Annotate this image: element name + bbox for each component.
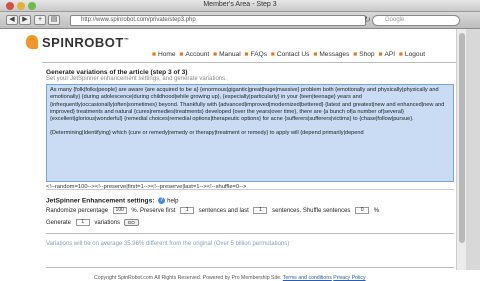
search-field[interactable]: Google [372,15,460,26]
variations-count-input[interactable]: 1 [75,219,90,226]
back-button[interactable]: ◀ [6,15,18,25]
window-gutter [466,29,480,270]
address-bar[interactable]: http://www.spinrobot.com/private/step3.p… [70,15,366,26]
preserve-last-input[interactable]: 1 [253,207,268,214]
shuffle-label: sentences. Shuffle sentences [272,208,351,215]
terms-link[interactable]: Terms and conditions [283,275,332,281]
nav-bullet-icon: ■ [353,51,358,58]
main-nav: ■ Home ■ Account ■ Manual ■ FAQs ■ Contact Us… [152,51,427,58]
footer-copyright: Copyright SpinRobot.com All Rights Reser… [94,275,282,281]
title-bar: Member's Area - Step 3 [0,0,480,12]
scrollbar-thumb[interactable] [459,33,465,243]
privacy-link[interactable]: Privacy Policy [333,275,365,281]
preserve-first-input[interactable]: 1 [180,207,195,214]
nav-shop[interactable]: Shop [359,51,374,58]
nav-home[interactable]: Home [158,51,176,58]
site-logo[interactable]: SPINROBOT™ [28,35,129,50]
nav-account[interactable]: Account [185,51,209,58]
randomize-label: Randomize percentage [46,208,109,215]
nav-faqs[interactable]: FAQs [251,51,268,58]
step-subheading: Set your JetSpinner enhancement settings… [46,76,227,82]
settings-title-text: JetSpinner Enhancement settings: [46,197,155,205]
preserve-first-label: %. Preserve first [131,208,176,215]
preserve-last-label: sentences and last [198,208,249,215]
article-paragraph: As many {folk|folks|people} are aware {a… [50,87,445,123]
nav-messages[interactable]: Messages [319,51,349,58]
logo-trademark: ™ [123,37,130,44]
page-scrollbar[interactable] [456,29,466,270]
reload-icon[interactable]: ↻ [364,15,371,24]
nav-bullet-icon: ■ [398,51,403,58]
nav-bullet-icon: ■ [244,51,249,58]
shuffle-suffix: % [373,208,380,215]
go-button[interactable]: GO [123,219,139,226]
browser-window: Member's Area - Step 3 ◀ ▶ + ▤ http://ww… [0,0,480,281]
window-title: Member's Area - Step 3 [203,1,277,8]
forward-button[interactable]: ▶ [19,15,31,25]
nav-bullet-icon: ■ [179,51,184,58]
nav-bullet-icon: ■ [213,51,218,58]
logo-text: SPINROBOT [42,35,124,50]
nav-logout[interactable]: Logout [405,51,425,58]
page-content: SPINROBOT™ ■ Home ■ Account ■ Manual ■ FAQs … [12,29,456,281]
shuffle-sentences-input[interactable]: 0 [355,207,370,214]
footer-divider [46,267,454,268]
nav-bullet-icon: ■ [270,51,275,58]
page-footer: Copyright SpinRobot.com All Rights Reser… [94,275,366,281]
randomize-percentage-input[interactable]: 100 [112,207,127,214]
settings-divider [46,233,454,234]
help-icon[interactable]: ? [158,197,166,204]
add-tab-button[interactable]: + [34,15,46,25]
help-link[interactable]: help [167,198,178,204]
bookmarks-button[interactable]: ▤ [48,15,60,25]
tags-divider [46,189,454,190]
nav-bullet-icon: ■ [152,51,156,58]
generate-row: Generate 1 variations GO [46,219,139,226]
generate-label: Generate [46,220,72,227]
nav-bullet-icon: ■ [378,51,383,58]
browser-toolbar: ◀ ▶ + ▤ http://www.spinrobot.com/private… [0,12,480,29]
nav-api[interactable]: API [384,51,395,58]
article-paragraph: {Determining|Identifying} which {cure or… [50,130,364,137]
variations-label: variations [94,220,121,227]
header-divider [42,62,456,63]
settings-title: JetSpinner Enhancement settings: ? help [46,197,178,204]
variation-stats: Variations will be on average 35.96% dif… [46,241,290,247]
nav-manual[interactable]: Manual [219,51,241,58]
nav-bullet-icon: ■ [313,51,318,58]
nav-contact-us[interactable]: Contact Us [277,51,310,58]
article-textarea[interactable]: As many {folk|folks|people} are aware {a… [46,84,454,182]
settings-row: Randomize percentage 100 %. Preserve fir… [46,207,379,214]
step-heading: Generate variations of the article (step… [46,69,188,76]
